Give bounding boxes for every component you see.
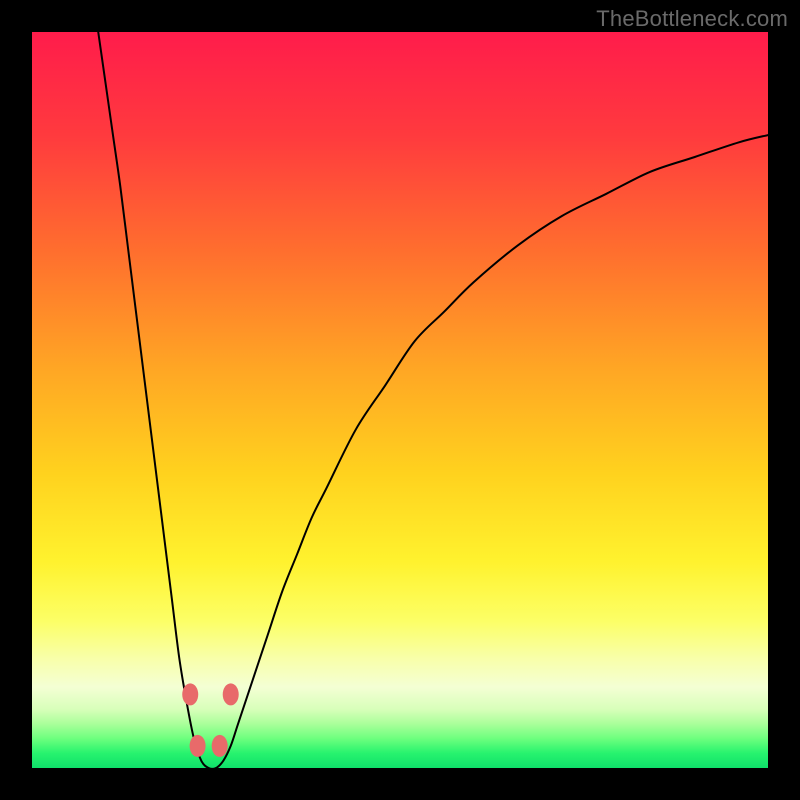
marker-dot: [223, 683, 239, 705]
plot-area: [32, 32, 768, 768]
marker-dot: [190, 735, 206, 757]
marker-dot: [212, 735, 228, 757]
marker-dot: [182, 683, 198, 705]
gradient-background: [32, 32, 768, 768]
bottleneck-chart: [32, 32, 768, 768]
chart-frame: TheBottleneck.com: [0, 0, 800, 800]
watermark-text: TheBottleneck.com: [596, 6, 788, 32]
